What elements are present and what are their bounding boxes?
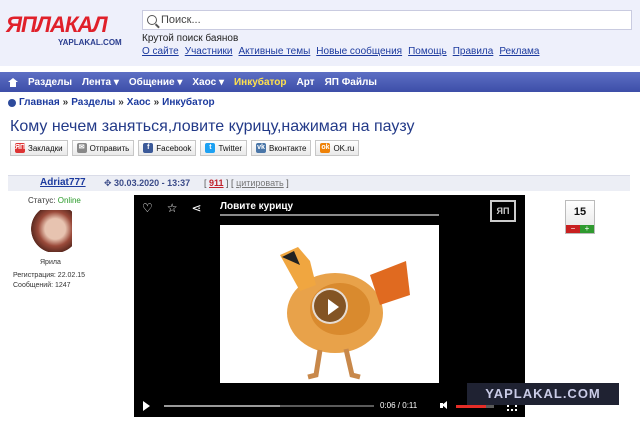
link-new-messages[interactable]: Новые сообщения	[316, 46, 402, 57]
search-icon	[147, 15, 157, 25]
bookmarks-label: Закладки	[28, 143, 63, 153]
nav-chaos[interactable]: Хаос ▾	[192, 77, 224, 88]
nav-communication[interactable]: Общение ▾	[129, 77, 183, 88]
share-icon[interactable]: ⋖	[192, 201, 202, 215]
bookmarks-button[interactable]: ЯП Закладки	[10, 140, 68, 156]
rating-buttons: − +	[566, 225, 594, 233]
nav-incubator[interactable]: Инкубатор	[234, 77, 287, 88]
twitter-label: Twitter	[218, 143, 242, 153]
rate-up-button[interactable]: +	[580, 225, 594, 233]
video-top-icons: ♡ ☆ ⋖	[142, 201, 202, 215]
breadcrumb-separator: »	[153, 97, 160, 108]
video-frame[interactable]	[220, 225, 439, 383]
breadcrumb-separator: »	[62, 97, 69, 108]
link-rules[interactable]: Правила	[453, 46, 494, 57]
watermark: YAPLAKAL.COM	[467, 383, 619, 405]
page-title: Кому нечем заняться,ловите курицу,нажима…	[10, 118, 415, 135]
main-nav: Разделы Лента ▾ Общение ▾ Хаос ▾ Инкубат…	[0, 72, 640, 92]
breadcrumb-icon	[8, 98, 16, 107]
user-info: Регистрация: 22.02.15 Сообщений: 1247	[13, 271, 85, 291]
avatar[interactable]	[30, 210, 72, 252]
play-overlay-button[interactable]	[312, 288, 348, 324]
user-status: Статус: Online	[28, 196, 81, 205]
seek-progress	[164, 405, 280, 407]
rate-down-button[interactable]: −	[566, 225, 580, 233]
volume-icon[interactable]	[440, 401, 449, 410]
post-id-link[interactable]: 911	[209, 178, 224, 188]
facebook-label: Facebook	[156, 143, 192, 153]
post-author[interactable]: Adriat777	[40, 177, 86, 188]
vk-icon: vk	[256, 143, 266, 153]
volume-slider[interactable]	[456, 405, 494, 408]
mail-icon: ✉	[76, 143, 87, 153]
post-ref: [ 911 ] [ цитировать ]	[204, 178, 289, 188]
nav-feed[interactable]: Лента ▾	[82, 77, 119, 88]
ok-icon: ok	[320, 143, 331, 153]
link-active-topics[interactable]: Активные темы	[239, 46, 311, 57]
site-logo[interactable]: ЯПЛАКАЛ YAPLAKAL.COM	[6, 8, 132, 56]
volume-level	[456, 405, 487, 408]
status-label: Статус:	[28, 196, 56, 205]
search-input[interactable]	[161, 14, 601, 26]
video-title: Ловите курицу	[220, 201, 294, 212]
top-links: О сайте Участники Активные темы Новые со…	[142, 46, 539, 57]
video-title-underline	[220, 214, 439, 216]
vk-label: Вконтакте	[269, 143, 307, 153]
ok-button[interactable]: ok OK.ru	[315, 140, 360, 156]
logo-subtext: YAPLAKAL.COM	[58, 38, 122, 47]
breadcrumb-sections[interactable]: Разделы	[71, 97, 115, 108]
video-time: 0:06 / 0:11	[380, 401, 418, 410]
logo-text: ЯПЛАКАЛ	[6, 12, 108, 37]
twitter-button[interactable]: t Twitter	[200, 140, 247, 156]
post-date: ✥ 30.03.2020 - 13:37	[104, 178, 191, 188]
post-date-text: 30.03.2020 - 13:37	[114, 178, 191, 188]
avatar-caption: Ярила	[40, 259, 61, 266]
play-button[interactable]	[143, 401, 150, 411]
tagline: Крутой поиск баянов	[142, 33, 239, 44]
breadcrumb-incubator[interactable]: Инкубатор	[162, 97, 215, 108]
breadcrumb-separator: »	[118, 97, 124, 108]
share-bar: ЯП Закладки ✉ Отправить f Facebook t Twitter…	[10, 140, 360, 156]
ok-label: OK.ru	[333, 143, 355, 153]
facebook-icon: f	[143, 143, 154, 153]
link-ads[interactable]: Реклама	[499, 46, 539, 57]
site-header: ЯПЛАКАЛ YAPLAKAL.COM Крутой поиск баянов…	[0, 0, 640, 66]
search-box[interactable]	[142, 10, 632, 30]
registration-date: Регистрация: 22.02.15	[13, 272, 86, 279]
twitter-icon: t	[205, 143, 216, 153]
post-rating: 15 − +	[565, 200, 595, 234]
send-button[interactable]: ✉ Отправить	[71, 140, 135, 156]
star-icon[interactable]: ☆	[167, 201, 178, 215]
link-about[interactable]: О сайте	[142, 46, 179, 57]
link-members[interactable]: Участники	[185, 46, 233, 57]
link-help[interactable]: Помощь	[408, 46, 447, 57]
home-icon[interactable]	[8, 77, 18, 87]
post-header: Adriat777 ✥ 30.03.2020 - 13:37 [ 911 ] […	[8, 175, 630, 191]
breadcrumb: Главная » Разделы » Хаос » Инкубатор	[8, 97, 215, 108]
breadcrumb-chaos[interactable]: Хаос	[127, 97, 151, 108]
quote-link[interactable]: цитировать	[236, 178, 284, 188]
facebook-button[interactable]: f Facebook	[138, 140, 197, 156]
send-label: Отправить	[89, 143, 130, 153]
nav-sections[interactable]: Разделы	[28, 77, 72, 88]
nav-art[interactable]: Арт	[296, 77, 314, 88]
heart-icon[interactable]: ♡	[142, 201, 153, 215]
message-count: Сообщений: 1247	[13, 282, 71, 289]
video-logo: ЯП	[490, 200, 516, 222]
status-value: Online	[57, 196, 81, 205]
vk-button[interactable]: vk Вконтакте	[251, 140, 312, 156]
nav-files[interactable]: ЯП Файлы	[325, 77, 377, 88]
seek-bar[interactable]	[164, 405, 374, 407]
rating-value: 15	[573, 206, 587, 218]
breadcrumb-home[interactable]: Главная	[19, 97, 60, 108]
bookmark-icon: ЯП	[15, 143, 26, 153]
